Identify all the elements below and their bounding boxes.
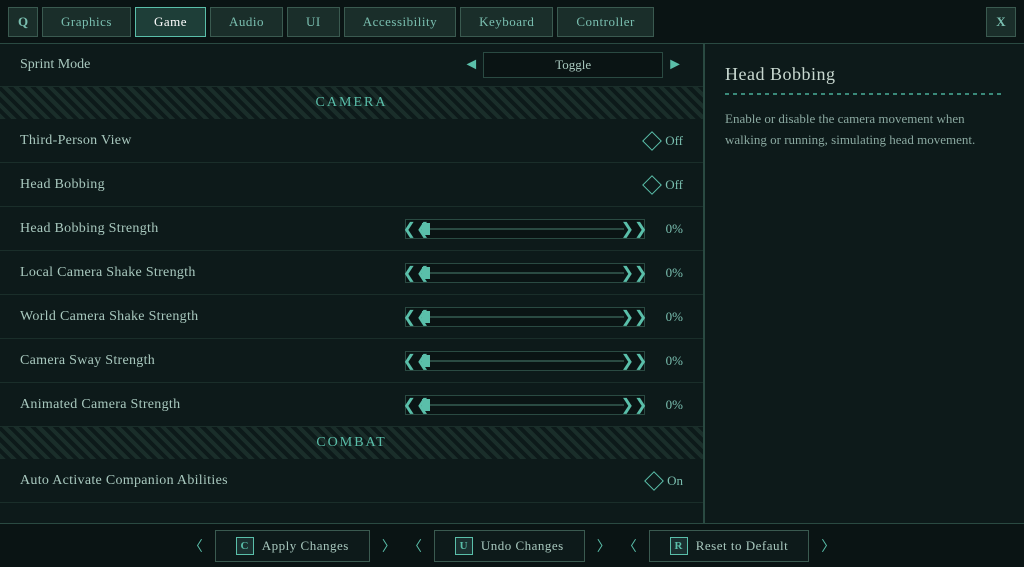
undo-key: U bbox=[455, 537, 473, 555]
slider-fill-5 bbox=[426, 404, 624, 406]
tab-ui[interactable]: UI bbox=[287, 7, 340, 37]
camera-section-title: Camera bbox=[296, 95, 408, 111]
info-divider bbox=[725, 93, 1004, 95]
head-bobbing-strength-control[interactable]: ❮❮ ❯❯ 0% bbox=[405, 219, 683, 239]
tab-controller[interactable]: Controller bbox=[557, 7, 653, 37]
sprint-mode-value: Toggle bbox=[483, 52, 663, 78]
head-bobbing-strength-slider[interactable]: ❮❮ ❯❯ bbox=[405, 219, 645, 239]
animated-camera-slider[interactable]: ❮❮ ❯❯ bbox=[405, 395, 645, 415]
camera-sway-label: Camera Sway Strength bbox=[20, 353, 405, 369]
sprint-mode-control[interactable]: ◄ Toggle ► bbox=[463, 52, 683, 78]
head-bobbing-strength-row: Head Bobbing Strength ❮❮ ❯❯ 0% bbox=[0, 207, 703, 251]
slider-right-arrow-icon-5[interactable]: ❯❯ bbox=[624, 395, 644, 415]
slider-fill-4 bbox=[426, 360, 624, 362]
sprint-arrow-left-icon[interactable]: ◄ bbox=[463, 56, 479, 74]
animated-camera-control[interactable]: ❮❮ ❯❯ 0% bbox=[405, 395, 683, 415]
diamond-icon-3 bbox=[644, 471, 664, 491]
slider-thumb-2[interactable] bbox=[422, 267, 430, 279]
reset-key: R bbox=[670, 537, 688, 555]
world-camera-shake-value: 0% bbox=[653, 309, 683, 325]
camera-sway-slider[interactable]: ❮❮ ❯❯ bbox=[405, 351, 645, 371]
camera-sway-row: Camera Sway Strength ❮❮ ❯❯ 0% bbox=[0, 339, 703, 383]
sprint-mode-label: Sprint Mode bbox=[20, 57, 463, 73]
info-title: Head Bobbing bbox=[725, 64, 1004, 85]
undo-bracket-right: 〉 bbox=[597, 536, 611, 556]
world-camera-shake-label: World Camera Shake Strength bbox=[20, 309, 405, 325]
local-camera-shake-value: 0% bbox=[653, 265, 683, 281]
tab-audio[interactable]: Audio bbox=[210, 7, 283, 37]
q-button[interactable]: Q bbox=[8, 7, 38, 37]
reset-to-default-button[interactable]: R Reset to Default bbox=[649, 530, 809, 562]
tab-graphics[interactable]: Graphics bbox=[42, 7, 131, 37]
close-button[interactable]: X bbox=[986, 7, 1016, 37]
reset-label: Reset to Default bbox=[696, 538, 788, 554]
third-person-view-control[interactable]: Off bbox=[645, 133, 683, 149]
slider-thumb-4[interactable] bbox=[422, 355, 430, 367]
head-bobbing-row: Head Bobbing Off bbox=[0, 163, 703, 207]
head-bobbing-value: Off bbox=[665, 177, 683, 193]
camera-sway-control[interactable]: ❮❮ ❯❯ 0% bbox=[405, 351, 683, 371]
slider-right-arrow-icon-4[interactable]: ❯❯ bbox=[624, 351, 644, 371]
slider-right-arrow-icon[interactable]: ❯❯ bbox=[624, 219, 644, 239]
diamond-icon bbox=[642, 131, 662, 151]
sprint-mode-row: Sprint Mode ◄ Toggle ► bbox=[0, 44, 703, 87]
reset-bracket-left: 〈 bbox=[623, 536, 637, 556]
tab-keyboard[interactable]: Keyboard bbox=[460, 7, 553, 37]
bottom-bar: 〈 C Apply Changes 〉 〈 U Undo Changes 〉 〈… bbox=[0, 523, 1024, 567]
settings-panel: Sprint Mode ◄ Toggle ► Camera Third-Pers… bbox=[0, 44, 704, 523]
third-person-view-label: Third-Person View bbox=[20, 133, 645, 149]
auto-activate-row: Auto Activate Companion Abilities On bbox=[0, 459, 703, 503]
undo-changes-button[interactable]: U Undo Changes bbox=[434, 530, 585, 562]
apply-bracket-right: 〉 bbox=[382, 536, 396, 556]
third-person-view-row: Third-Person View Off bbox=[0, 119, 703, 163]
local-camera-shake-control[interactable]: ❮❮ ❯❯ 0% bbox=[405, 263, 683, 283]
reset-bracket-right: 〉 bbox=[821, 536, 835, 556]
camera-sway-value: 0% bbox=[653, 353, 683, 369]
head-bobbing-strength-value: 0% bbox=[653, 221, 683, 237]
apply-changes-button[interactable]: C Apply Changes bbox=[215, 530, 370, 562]
local-camera-shake-row: Local Camera Shake Strength ❮❮ ❯❯ 0% bbox=[0, 251, 703, 295]
world-camera-shake-row: World Camera Shake Strength ❮❮ ❯❯ 0% bbox=[0, 295, 703, 339]
undo-label: Undo Changes bbox=[481, 538, 564, 554]
apply-key: C bbox=[236, 537, 254, 555]
third-person-view-value: Off bbox=[665, 133, 683, 149]
tab-game[interactable]: Game bbox=[135, 7, 206, 37]
animated-camera-value: 0% bbox=[653, 397, 683, 413]
slider-right-arrow-icon-2[interactable]: ❯❯ bbox=[624, 263, 644, 283]
head-bobbing-control[interactable]: Off bbox=[645, 177, 683, 193]
camera-section-divider: Camera bbox=[0, 87, 703, 119]
sprint-arrow-right-icon[interactable]: ► bbox=[667, 56, 683, 74]
animated-camera-row: Animated Camera Strength ❮❮ ❯❯ 0% bbox=[0, 383, 703, 427]
slider-thumb[interactable] bbox=[422, 223, 430, 235]
auto-activate-value: On bbox=[667, 473, 683, 489]
local-camera-shake-slider[interactable]: ❮❮ ❯❯ bbox=[405, 263, 645, 283]
diamond-icon-2 bbox=[642, 175, 662, 195]
main-content: Sprint Mode ◄ Toggle ► Camera Third-Pers… bbox=[0, 44, 1024, 523]
slider-thumb-3[interactable] bbox=[422, 311, 430, 323]
undo-bracket-left: 〈 bbox=[408, 536, 422, 556]
slider-fill-2 bbox=[426, 272, 624, 274]
world-camera-shake-control[interactable]: ❮❮ ❯❯ 0% bbox=[405, 307, 683, 327]
auto-activate-label: Auto Activate Companion Abilities bbox=[20, 473, 647, 489]
auto-activate-control[interactable]: On bbox=[647, 473, 683, 489]
slider-right-arrow-icon-3[interactable]: ❯❯ bbox=[624, 307, 644, 327]
head-bobbing-label: Head Bobbing bbox=[20, 177, 645, 193]
top-nav: Q Graphics Game Audio UI Accessibility K… bbox=[0, 0, 1024, 44]
slider-fill-3 bbox=[426, 316, 624, 318]
local-camera-shake-label: Local Camera Shake Strength bbox=[20, 265, 405, 281]
slider-fill bbox=[426, 228, 624, 230]
apply-bracket-left: 〈 bbox=[189, 536, 203, 556]
info-description: Enable or disable the camera movement wh… bbox=[725, 109, 1004, 151]
world-camera-shake-slider[interactable]: ❮❮ ❯❯ bbox=[405, 307, 645, 327]
slider-thumb-5[interactable] bbox=[422, 399, 430, 411]
animated-camera-label: Animated Camera Strength bbox=[20, 397, 405, 413]
combat-section-title: Combat bbox=[296, 435, 406, 451]
info-panel: Head Bobbing Enable or disable the camer… bbox=[704, 44, 1024, 523]
combat-section-divider: Combat bbox=[0, 427, 703, 459]
head-bobbing-strength-label: Head Bobbing Strength bbox=[20, 221, 405, 237]
apply-label: Apply Changes bbox=[262, 538, 349, 554]
tab-accessibility[interactable]: Accessibility bbox=[344, 7, 456, 37]
